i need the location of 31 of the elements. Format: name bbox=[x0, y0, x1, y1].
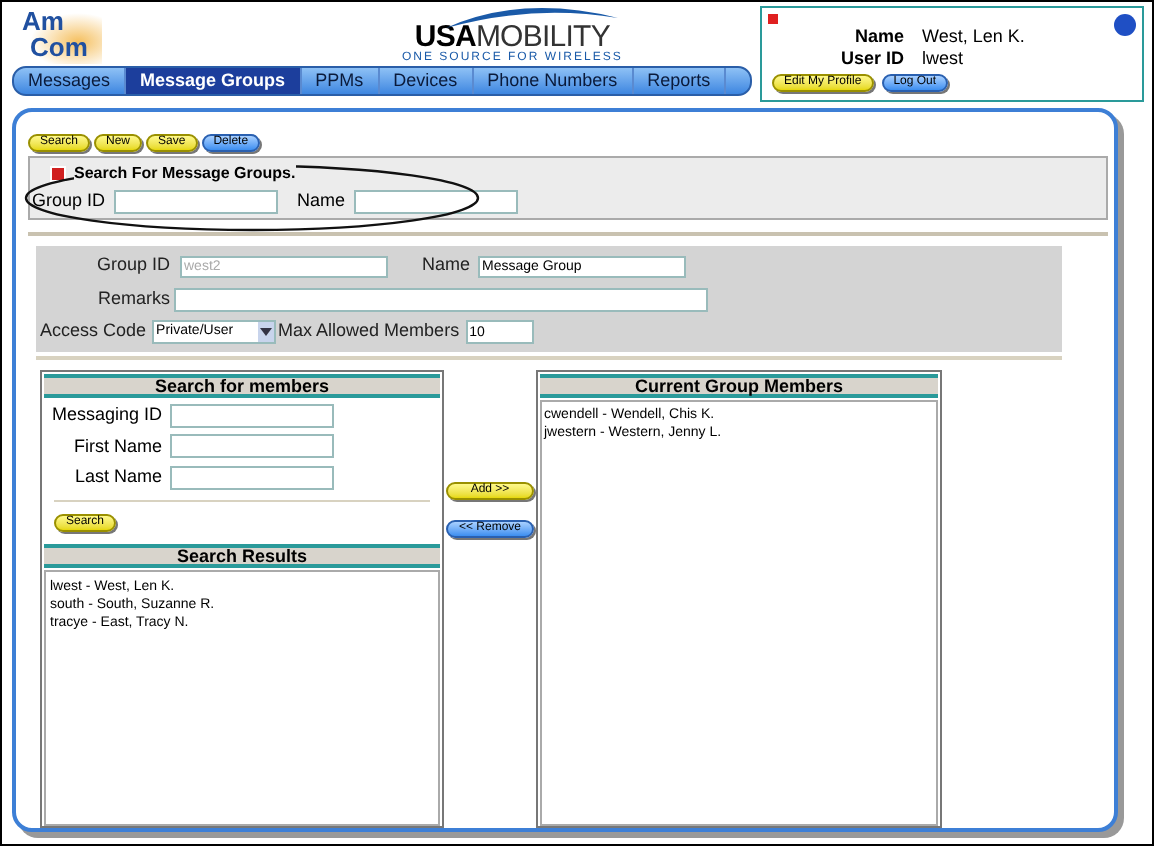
field-label: Name bbox=[852, 26, 904, 48]
field-value: West, Len K. bbox=[922, 26, 1027, 48]
text-field[interactable] bbox=[170, 465, 334, 490]
text-field[interactable] bbox=[170, 403, 334, 428]
text-field[interactable] bbox=[113, 189, 278, 214]
field-label: Messaging ID bbox=[49, 402, 162, 428]
field-value: lwest bbox=[922, 48, 966, 70]
remarks-field[interactable] bbox=[174, 287, 708, 311]
field-label: Last Name bbox=[72, 464, 162, 490]
text-field[interactable] bbox=[353, 189, 518, 214]
panel-header: Search for members bbox=[44, 374, 440, 398]
field-label: Access Code bbox=[40, 318, 147, 345]
nav-tab[interactable]: Reports bbox=[633, 68, 727, 94]
nav-tab[interactable]: Devices bbox=[379, 68, 474, 94]
section-title: Search For Message Groups. bbox=[74, 161, 296, 185]
field-label: Name bbox=[297, 188, 346, 214]
text-field[interactable] bbox=[170, 434, 334, 459]
nav-tab[interactable]: Phone Numbers bbox=[473, 68, 634, 94]
field-label: Max Allowed Members bbox=[278, 318, 460, 345]
field-label: Group ID bbox=[32, 188, 106, 214]
nav-tab[interactable]: PPMs bbox=[301, 68, 380, 94]
field-label: Group ID bbox=[94, 252, 170, 279]
caret-icon bbox=[258, 322, 275, 342]
nav-tab[interactable]: Message Groups bbox=[126, 68, 302, 94]
field-label: User ID bbox=[838, 48, 904, 70]
amcom-logo: Am Com bbox=[22, 8, 102, 64]
field-label: Name bbox=[422, 252, 471, 279]
field-label: First Name bbox=[71, 433, 162, 459]
panel-header: Search Results bbox=[44, 543, 440, 567]
field-label: Remarks bbox=[95, 285, 170, 312]
panel-header: Current Group Members bbox=[540, 374, 938, 398]
